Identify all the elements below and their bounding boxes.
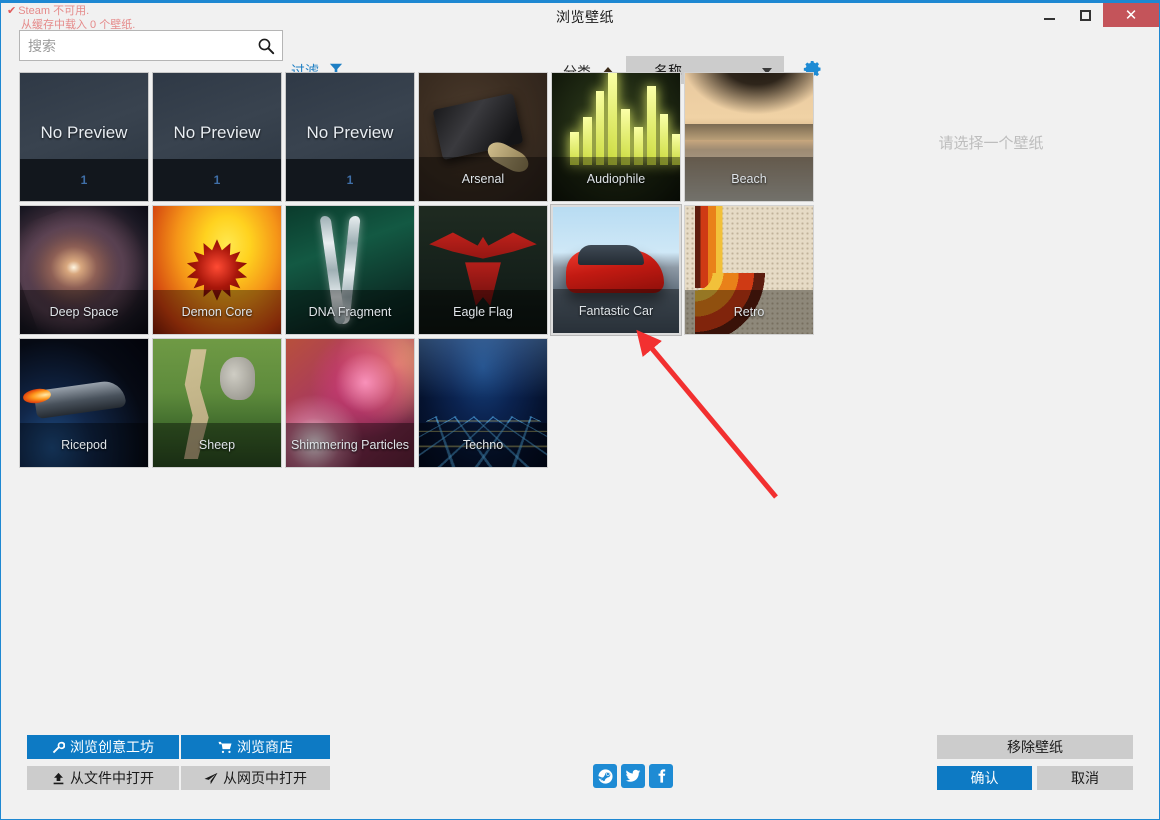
preview-placeholder-text: 请选择一个壁纸	[831, 132, 1151, 153]
wallpaper-tile[interactable]: Eagle Flag	[418, 205, 548, 335]
wallpaper-caption: DNA Fragment	[286, 290, 414, 334]
browse-store-button[interactable]: 浏览商店	[181, 735, 330, 759]
twitter-icon[interactable]	[621, 764, 645, 788]
close-icon: ✕	[1125, 8, 1138, 23]
equalizer-bar	[596, 91, 605, 165]
remove-wallpaper-label: 移除壁纸	[1007, 737, 1063, 757]
wallpaper-tile[interactable]: Sheep	[152, 338, 282, 468]
wallpaper-tile[interactable]: Demon Core	[152, 205, 282, 335]
wallpaper-caption: Eagle Flag	[419, 290, 547, 334]
wallpaper-tile[interactable]: Deep Space	[19, 205, 149, 335]
steam-icon[interactable]	[593, 764, 617, 788]
wallpaper-caption: Shimmering Particles	[286, 423, 414, 467]
wallpaper-tile[interactable]: No Preview 1	[152, 72, 282, 202]
wallpaper-tile[interactable]: Fantastic Car	[551, 205, 681, 335]
no-preview-label: No Preview	[286, 123, 414, 143]
open-from-file-button[interactable]: 从文件中打开	[27, 766, 179, 790]
browse-wallpapers-window: 浏览壁纸 ✕ ✔Steam 不可用. 从缓存中载入 0 个壁纸.	[0, 0, 1160, 820]
wallpaper-grid: No Preview1No Preview1No Preview1Arsenal…	[19, 72, 819, 468]
no-preview-label: No Preview	[20, 123, 148, 143]
social-links	[593, 764, 673, 788]
upload-icon	[52, 772, 65, 785]
wallpaper-count: 1	[20, 159, 148, 201]
wallpaper-tile[interactable]: Shimmering Particles	[285, 338, 415, 468]
confirm-label: 确认	[971, 768, 999, 788]
wallpaper-caption: Demon Core	[153, 290, 281, 334]
wallpaper-tile[interactable]: Arsenal	[418, 72, 548, 202]
cart-icon	[218, 741, 232, 754]
wallpaper-tile[interactable]: Retro	[684, 205, 814, 335]
wallpaper-caption: Fantastic Car	[553, 289, 679, 333]
confirm-button[interactable]: 确认	[937, 766, 1032, 790]
arrow-share-icon	[204, 772, 218, 785]
title-bar: 浏览壁纸 ✕	[1, 0, 1159, 24]
equalizer-bar	[647, 86, 656, 165]
wallpaper-tile[interactable]: DNA Fragment	[285, 205, 415, 335]
open-from-file-label: 从文件中打开	[70, 768, 154, 788]
wallpaper-tile[interactable]: No Preview 1	[285, 72, 415, 202]
wallpaper-count: 1	[153, 159, 281, 201]
wallpaper-count: 1	[286, 159, 414, 201]
search-input[interactable]	[20, 31, 252, 60]
steam-unavailable-text: Steam 不可用.	[18, 5, 89, 17]
maximize-icon	[1080, 10, 1091, 21]
wallpaper-caption: Arsenal	[419, 157, 547, 201]
browse-workshop-label: 浏览创意工坊	[70, 737, 154, 757]
toolbar: 过滤 分类 名称	[1, 24, 1159, 68]
wallpaper-caption: Deep Space	[20, 290, 148, 334]
wallpaper-caption: Ricepod	[20, 423, 148, 467]
wallpaper-tile[interactable]: Techno	[418, 338, 548, 468]
browse-store-label: 浏览商店	[237, 737, 293, 757]
check-icon: ✔	[7, 5, 16, 17]
steam-status-line: ✔Steam 不可用.	[7, 4, 135, 18]
remove-wallpaper-button[interactable]: 移除壁纸	[937, 735, 1133, 759]
wallpaper-caption: Retro	[685, 290, 813, 334]
wallpaper-tile[interactable]: Ricepod	[19, 338, 149, 468]
equalizer-bar	[608, 72, 617, 165]
preview-pane: 请选择一个壁纸	[831, 72, 1151, 712]
browse-workshop-button[interactable]: 浏览创意工坊	[27, 735, 179, 759]
search-icon[interactable]	[257, 37, 275, 55]
open-from-web-button[interactable]: 从网页中打开	[181, 766, 330, 790]
minimize-icon	[1044, 18, 1055, 20]
wallpaper-caption: Beach	[685, 157, 813, 201]
cancel-button[interactable]: 取消	[1037, 766, 1133, 790]
facebook-icon[interactable]	[649, 764, 673, 788]
search-box[interactable]	[19, 30, 283, 61]
wallpaper-caption: Techno	[419, 423, 547, 467]
wallpaper-tile[interactable]: Beach	[684, 72, 814, 202]
wallpaper-tile[interactable]: No Preview 1	[19, 72, 149, 202]
wrench-icon	[52, 741, 65, 754]
no-preview-label: No Preview	[153, 123, 281, 143]
wallpaper-caption: Sheep	[153, 423, 281, 467]
wallpaper-caption: Audiophile	[552, 157, 680, 201]
open-from-web-label: 从网页中打开	[223, 768, 307, 788]
cancel-label: 取消	[1071, 768, 1099, 788]
wallpaper-tile[interactable]: Audiophile	[551, 72, 681, 202]
